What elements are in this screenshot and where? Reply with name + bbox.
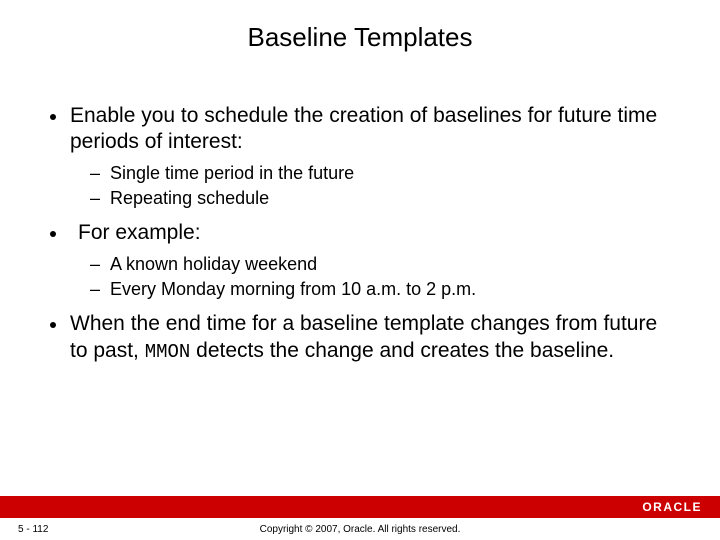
bullet-icon [50, 114, 56, 120]
dash-icon: – [90, 162, 100, 185]
sub-item: – Every Monday morning from 10 a.m. to 2… [90, 278, 670, 301]
bullet-icon [50, 231, 56, 237]
bullet-list: Enable you to schedule the creation of b… [50, 103, 670, 364]
slide-title: Baseline Templates [0, 22, 720, 53]
copyright-text: Copyright © 2007, Oracle. All rights res… [0, 524, 720, 535]
sub-list: – A known holiday weekend – Every Monday… [90, 253, 670, 302]
dash-icon: – [90, 253, 100, 276]
sub-text: Single time period in the future [110, 162, 354, 185]
bullet-item: For example: – A known holiday weekend –… [50, 220, 670, 301]
bullet-item: When the end time for a baseline templat… [50, 311, 670, 364]
slide-footer: ORACLE 5 - 112 Copyright © 2007, Oracle.… [0, 496, 720, 540]
footer-brand-bar: ORACLE [0, 496, 720, 518]
sub-item: – Single time period in the future [90, 162, 670, 185]
sub-item: – Repeating schedule [90, 187, 670, 210]
bullet-item: Enable you to schedule the creation of b… [50, 103, 670, 210]
bullet-text: When the end time for a baseline templat… [70, 311, 670, 364]
bullet-text: Enable you to schedule the creation of b… [70, 103, 670, 156]
dash-icon: – [90, 278, 100, 301]
mono-text: MMON [145, 341, 191, 363]
sub-list: – Single time period in the future – Rep… [90, 162, 670, 211]
slide: Baseline Templates Enable you to schedul… [0, 0, 720, 540]
oracle-logo: ORACLE [642, 500, 702, 514]
bullet-text-post: detects the change and creates the basel… [190, 339, 614, 362]
sub-text: A known holiday weekend [110, 253, 317, 276]
dash-icon: – [90, 187, 100, 210]
slide-content: Enable you to schedule the creation of b… [0, 53, 720, 540]
footer-info-row: 5 - 112 Copyright © 2007, Oracle. All ri… [0, 518, 720, 540]
sub-item: – A known holiday weekend [90, 253, 670, 276]
bullet-text: For example: [78, 220, 201, 246]
sub-text: Every Monday morning from 10 a.m. to 2 p… [110, 278, 476, 301]
sub-text: Repeating schedule [110, 187, 269, 210]
bullet-icon [50, 322, 56, 328]
